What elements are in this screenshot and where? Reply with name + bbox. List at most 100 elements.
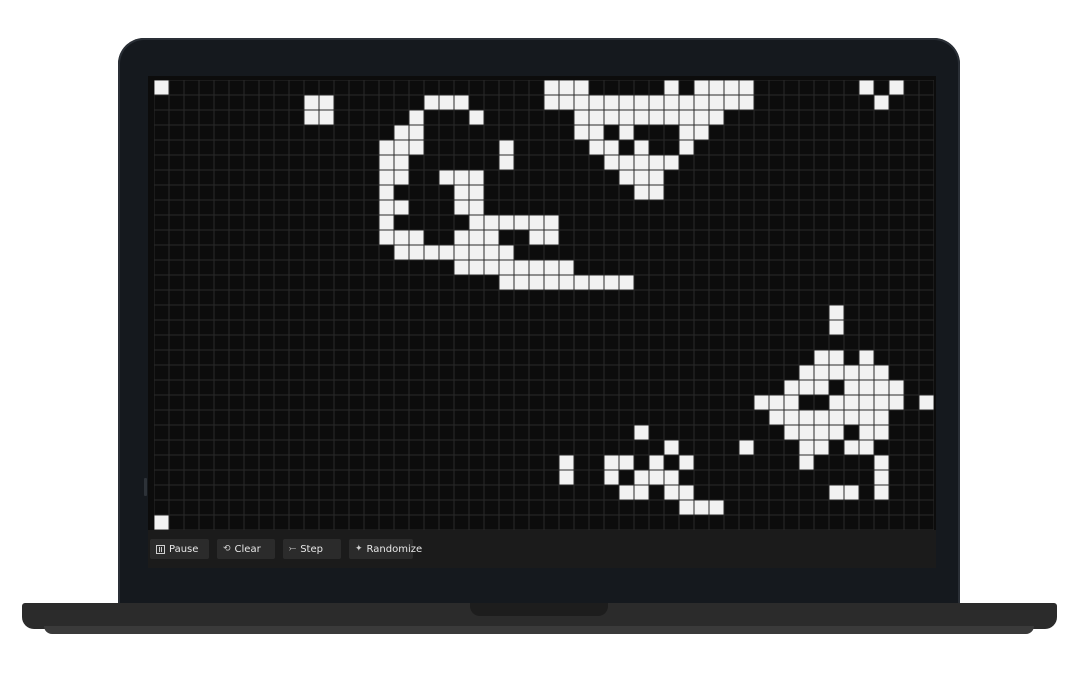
- live-cell[interactable]: [814, 410, 829, 425]
- live-cell[interactable]: [619, 455, 634, 470]
- live-cell[interactable]: [469, 230, 484, 245]
- live-cell[interactable]: [874, 395, 889, 410]
- live-cell[interactable]: [529, 275, 544, 290]
- live-cell[interactable]: [604, 455, 619, 470]
- live-cell[interactable]: [499, 215, 514, 230]
- live-cell[interactable]: [649, 185, 664, 200]
- live-cell[interactable]: [619, 485, 634, 500]
- live-cell[interactable]: [709, 110, 724, 125]
- live-cell[interactable]: [544, 260, 559, 275]
- live-cell[interactable]: [859, 440, 874, 455]
- live-cell[interactable]: [739, 80, 754, 95]
- live-cell[interactable]: [469, 200, 484, 215]
- live-cell[interactable]: [649, 110, 664, 125]
- live-cell[interactable]: [454, 185, 469, 200]
- live-cell[interactable]: [874, 425, 889, 440]
- live-cell[interactable]: [499, 275, 514, 290]
- live-cell[interactable]: [454, 230, 469, 245]
- live-cell[interactable]: [739, 440, 754, 455]
- live-cell[interactable]: [544, 80, 559, 95]
- live-cell[interactable]: [889, 395, 904, 410]
- live-cell[interactable]: [559, 275, 574, 290]
- live-cell[interactable]: [679, 140, 694, 155]
- live-cell[interactable]: [574, 80, 589, 95]
- live-cell[interactable]: [694, 95, 709, 110]
- live-cell[interactable]: [844, 410, 859, 425]
- live-cell[interactable]: [664, 470, 679, 485]
- live-cell[interactable]: [499, 155, 514, 170]
- live-cell[interactable]: [649, 95, 664, 110]
- live-cell[interactable]: [814, 380, 829, 395]
- live-cell[interactable]: [484, 245, 499, 260]
- randomize-button[interactable]: ✦ Randomize: [349, 539, 422, 559]
- live-cell[interactable]: [829, 395, 844, 410]
- live-cell[interactable]: [829, 350, 844, 365]
- clear-button[interactable]: ⟲ Clear: [217, 539, 275, 559]
- live-cell[interactable]: [409, 125, 424, 140]
- live-cell[interactable]: [454, 200, 469, 215]
- live-cell[interactable]: [844, 380, 859, 395]
- live-cell[interactable]: [814, 365, 829, 380]
- live-cell[interactable]: [799, 455, 814, 470]
- live-cell[interactable]: [409, 230, 424, 245]
- live-cell[interactable]: [514, 260, 529, 275]
- live-cell[interactable]: [424, 245, 439, 260]
- live-cell[interactable]: [859, 365, 874, 380]
- live-cell[interactable]: [499, 140, 514, 155]
- live-cell[interactable]: [469, 245, 484, 260]
- live-cell[interactable]: [694, 125, 709, 140]
- live-cell[interactable]: [799, 410, 814, 425]
- live-cell[interactable]: [409, 110, 424, 125]
- live-cell[interactable]: [874, 95, 889, 110]
- live-cell[interactable]: [844, 395, 859, 410]
- live-cell[interactable]: [394, 230, 409, 245]
- live-cell[interactable]: [874, 455, 889, 470]
- live-cell[interactable]: [409, 140, 424, 155]
- live-cell[interactable]: [559, 95, 574, 110]
- live-cell[interactable]: [574, 110, 589, 125]
- live-cell[interactable]: [454, 260, 469, 275]
- live-cell[interactable]: [574, 95, 589, 110]
- live-cell[interactable]: [859, 350, 874, 365]
- live-cell[interactable]: [619, 125, 634, 140]
- live-cell[interactable]: [784, 425, 799, 440]
- live-cell[interactable]: [394, 140, 409, 155]
- live-cell[interactable]: [379, 215, 394, 230]
- live-cell[interactable]: [844, 365, 859, 380]
- live-cell[interactable]: [319, 95, 334, 110]
- live-cell[interactable]: [529, 260, 544, 275]
- live-cell[interactable]: [439, 245, 454, 260]
- live-cell[interactable]: [709, 95, 724, 110]
- live-cell[interactable]: [664, 95, 679, 110]
- live-cell[interactable]: [484, 230, 499, 245]
- live-cell[interactable]: [454, 170, 469, 185]
- live-cell[interactable]: [544, 215, 559, 230]
- live-cell[interactable]: [529, 215, 544, 230]
- live-cell[interactable]: [799, 440, 814, 455]
- live-cell[interactable]: [304, 110, 319, 125]
- live-cell[interactable]: [679, 110, 694, 125]
- live-cell[interactable]: [379, 200, 394, 215]
- live-cell[interactable]: [874, 410, 889, 425]
- live-cell[interactable]: [634, 155, 649, 170]
- live-cell[interactable]: [649, 455, 664, 470]
- live-cell[interactable]: [844, 440, 859, 455]
- live-cell[interactable]: [394, 125, 409, 140]
- live-cell[interactable]: [799, 365, 814, 380]
- live-cell[interactable]: [544, 230, 559, 245]
- live-cell[interactable]: [724, 95, 739, 110]
- live-cell[interactable]: [379, 155, 394, 170]
- live-cell[interactable]: [469, 170, 484, 185]
- live-cell[interactable]: [604, 110, 619, 125]
- live-cell[interactable]: [814, 350, 829, 365]
- live-cell[interactable]: [619, 95, 634, 110]
- live-cell[interactable]: [739, 95, 754, 110]
- live-cell[interactable]: [679, 455, 694, 470]
- live-cell[interactable]: [604, 95, 619, 110]
- live-cell[interactable]: [514, 215, 529, 230]
- live-cell[interactable]: [874, 380, 889, 395]
- live-cell[interactable]: [694, 80, 709, 95]
- live-cell[interactable]: [619, 275, 634, 290]
- live-cell[interactable]: [634, 470, 649, 485]
- live-cell[interactable]: [619, 110, 634, 125]
